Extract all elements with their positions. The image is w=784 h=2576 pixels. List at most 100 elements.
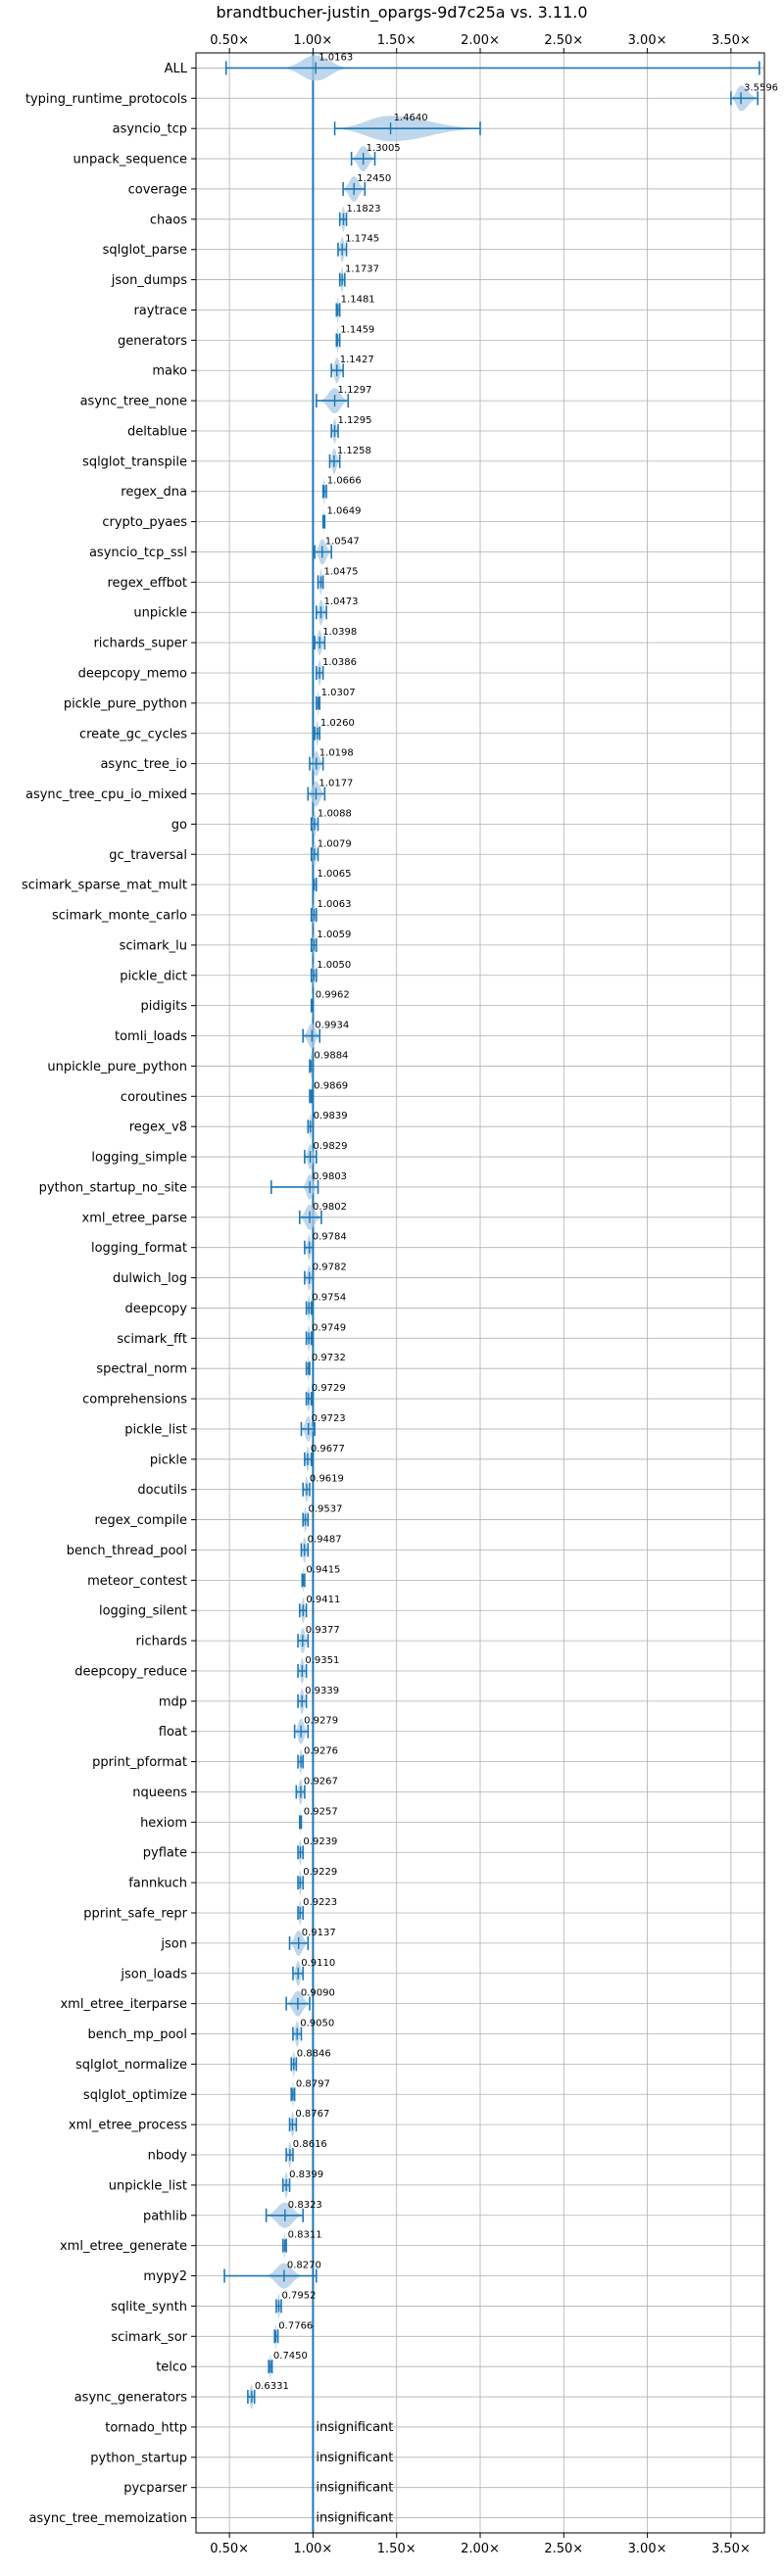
value-label: 1.0177 — [318, 779, 353, 789]
value-label: 0.9962 — [316, 990, 350, 1001]
value-label: 0.9782 — [313, 1263, 347, 1273]
value-label: 1.2450 — [357, 173, 391, 184]
y-tick-label: pycparser — [123, 2481, 187, 2496]
y-tick-label: unpack_sequence — [73, 153, 187, 167]
chart-title: brandtbucher-justin_opargs-9d7c25a vs. 3… — [216, 3, 587, 23]
y-tick-label: json_loads — [120, 1967, 187, 1981]
y-tick-label: scimark_lu — [120, 938, 187, 953]
value-label: 1.0079 — [318, 838, 352, 849]
value-label: 0.9839 — [314, 1111, 348, 1121]
value-label: 0.9050 — [300, 2019, 334, 2029]
value-label: 0.6331 — [255, 2381, 289, 2392]
x-tick-label-bottom: 0.50× — [210, 2542, 249, 2556]
insignificant-label: insignificant — [316, 2481, 393, 2496]
y-tick-label: pprint_safe_repr — [83, 1907, 187, 1922]
value-label: 0.9803 — [313, 1171, 347, 1182]
value-label: 0.9729 — [312, 1383, 346, 1394]
y-tick-label: xml_etree_process — [69, 2119, 187, 2133]
y-tick-label: fannkuch — [128, 1877, 187, 1891]
y-tick-label: raytrace — [133, 304, 187, 318]
y-tick-label: spectral_norm — [96, 1362, 187, 1377]
y-tick-label: meteor_contest — [87, 1574, 187, 1589]
value-label: 0.8767 — [295, 2109, 329, 2120]
value-label: 1.0063 — [317, 899, 351, 910]
value-label: 0.9411 — [306, 1595, 340, 1605]
value-label: 1.0398 — [322, 627, 357, 638]
y-tick-label: logging_simple — [91, 1151, 187, 1166]
value-label: 0.9784 — [313, 1232, 347, 1243]
y-tick-label: tornado_http — [105, 2420, 187, 2435]
y-tick-label: sqlglot_transpile — [82, 454, 187, 469]
value-label: 0.9279 — [304, 1716, 338, 1727]
y-tick-label: sqlglot_parse — [103, 243, 187, 258]
y-tick-label: coverage — [128, 182, 187, 197]
y-tick-label: typing_runtime_protocols — [25, 92, 187, 107]
value-label: 1.4640 — [394, 113, 428, 123]
x-tick-label-top: 0.50× — [210, 33, 249, 48]
y-tick-label: ALL — [165, 62, 188, 76]
value-label: 1.0666 — [327, 476, 362, 487]
y-tick-label: tomli_loads — [115, 1029, 187, 1044]
x-tick-label-top: 1.50× — [377, 33, 416, 48]
value-label: 0.9267 — [304, 1776, 338, 1787]
value-label: 0.9137 — [302, 1928, 336, 1938]
y-tick-label: scimark_sor — [111, 2330, 187, 2345]
value-label: 0.7766 — [278, 2320, 313, 2331]
value-label: 0.9723 — [312, 1413, 346, 1424]
x-tick-label-bottom: 2.50× — [544, 2542, 583, 2556]
insignificant-label: insignificant — [316, 2420, 393, 2435]
y-tick-label: regex_compile — [94, 1513, 187, 1528]
y-tick-label: async_tree_memoization — [28, 2511, 187, 2526]
y-tick-label: pidigits — [141, 999, 188, 1014]
value-label: 0.9537 — [309, 1504, 343, 1515]
value-label: 0.9869 — [314, 1080, 348, 1091]
y-tick-label: async_tree_cpu_io_mixed — [25, 787, 187, 802]
y-tick-label: regex_v8 — [129, 1121, 187, 1135]
value-label: 0.9229 — [303, 1867, 337, 1878]
value-label: 0.7450 — [273, 2351, 308, 2361]
value-label: 1.1823 — [347, 204, 381, 215]
value-label: 1.0198 — [319, 748, 354, 759]
y-tick-label: unpickle_list — [109, 2178, 187, 2193]
y-tick-label: nbody — [148, 2149, 188, 2164]
value-label: 0.9829 — [313, 1141, 347, 1152]
value-label: 1.1481 — [341, 294, 375, 305]
value-label: 0.8323 — [288, 2200, 322, 2211]
value-label: 0.9619 — [310, 1474, 344, 1485]
y-tick-label: pprint_pformat — [92, 1755, 187, 1770]
y-tick-label: bench_mp_pool — [87, 2027, 187, 2042]
value-label: 1.0386 — [322, 657, 357, 668]
y-tick-label: gc_traversal — [109, 848, 187, 863]
y-tick-label: regex_dna — [121, 485, 187, 500]
x-tick-label-top: 1.00× — [293, 33, 332, 48]
value-label: 1.1258 — [337, 446, 371, 456]
y-tick-label: hexiom — [140, 1816, 187, 1831]
y-tick-label: sqlglot_normalize — [75, 2058, 187, 2073]
x-tick-label-bottom: 1.00× — [293, 2542, 332, 2556]
y-tick-label: scimark_fft — [117, 1332, 187, 1347]
value-label: 1.1295 — [338, 415, 372, 426]
y-tick-label: python_startup_no_site — [39, 1180, 187, 1195]
value-label: 0.9223 — [303, 1897, 337, 1908]
y-tick-label: deepcopy — [124, 1302, 187, 1316]
value-label: 0.8311 — [288, 2230, 322, 2241]
value-label: 0.9884 — [314, 1050, 348, 1061]
y-tick-label: telco — [156, 2361, 187, 2375]
y-tick-label: xml_etree_parse — [82, 1211, 187, 1225]
value-label: 0.9749 — [312, 1322, 346, 1333]
value-label: 1.0473 — [323, 596, 358, 607]
y-tick-label: bench_thread_pool — [67, 1544, 187, 1558]
y-tick-label: pickle_pure_python — [64, 696, 187, 711]
x-tick-label-bottom: 3.50× — [711, 2542, 751, 2556]
y-tick-label: logging_format — [91, 1241, 187, 1256]
value-label: 0.9257 — [304, 1806, 338, 1817]
y-tick-label: dulwich_log — [113, 1271, 187, 1286]
value-label: 1.0475 — [324, 566, 359, 577]
y-tick-label: pickle — [150, 1453, 187, 1467]
value-label: 1.0065 — [318, 869, 352, 880]
y-tick-label: pickle_list — [124, 1422, 187, 1437]
value-label: 3.5596 — [744, 82, 778, 93]
value-label: 0.9934 — [315, 1021, 349, 1031]
value-label: 0.9802 — [313, 1202, 347, 1213]
value-label: 0.9732 — [312, 1353, 346, 1363]
